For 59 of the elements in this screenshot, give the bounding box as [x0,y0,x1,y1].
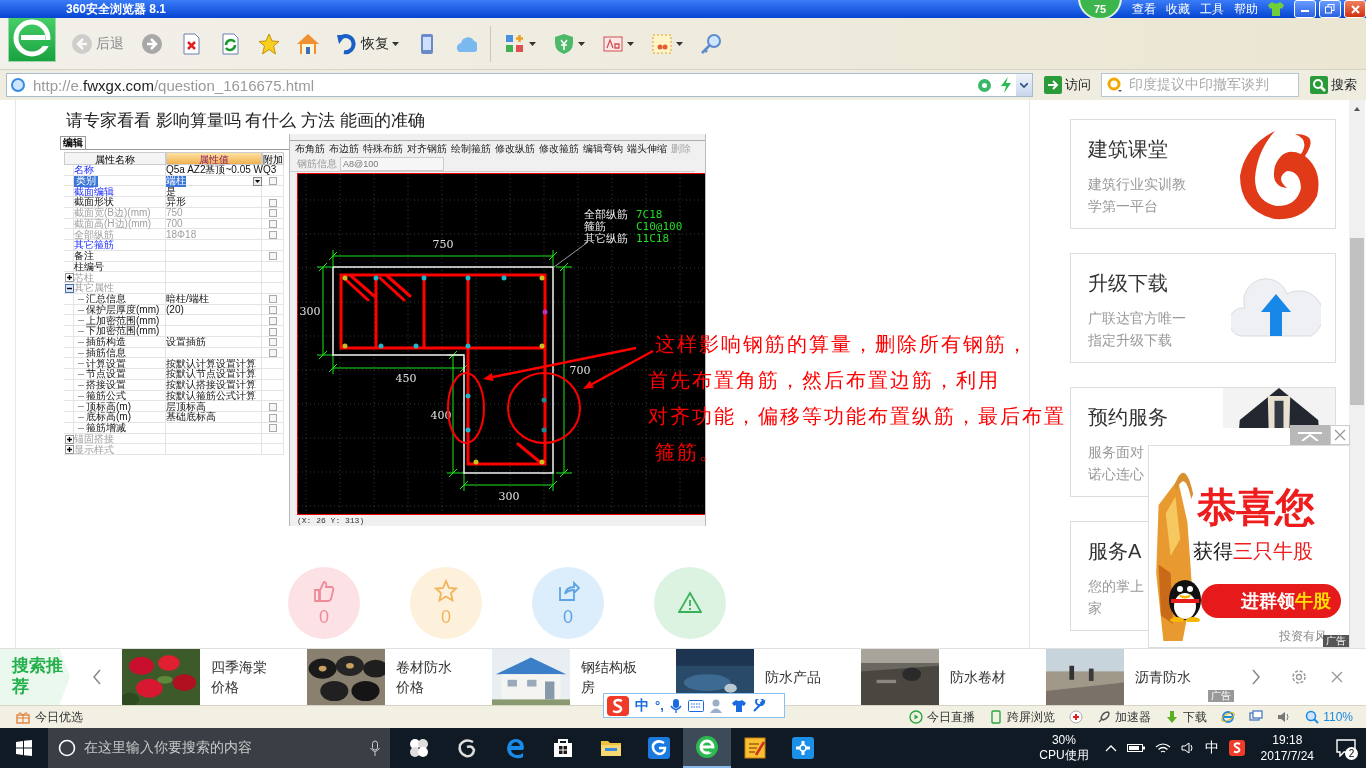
legend-value: C10@100 [636,220,683,233]
notification-count: 2 [1345,747,1358,760]
legend-label: 箍筋 [584,220,606,232]
date: 2017/7/24 [1260,748,1314,764]
window-title: 360安全浏览器 8.1 [66,1,168,18]
ad-title: 预约服务 [1088,405,1168,430]
cpu-label: CPU使用 [1039,748,1089,763]
ad-offer: 获得三只牛股 [1193,539,1313,564]
ad-description: 您的掌上 家 [1088,577,1144,618]
dimension-label: 750 [432,238,454,251]
legend-value: 7C18 [636,208,663,221]
property-value: 750 [166,208,183,219]
property-value: (20) [166,304,184,316]
property-value: 按默认搭接设置计算 [166,380,256,391]
property-value: 设置插筋 [166,337,206,348]
item-label: 卷材防水价格 [395,658,453,697]
property-value: 按默认节点设置计算 [166,369,256,380]
legend-label: 全部纵筋 [584,208,628,220]
property-value: 按默认计算设置计算 [166,358,256,370]
legend-value: 11C18 [636,232,670,245]
column-header: 属性名称 [64,152,166,165]
property-value: 18Φ18 [166,229,197,241]
property-value: 端柱 [166,175,186,187]
item-label: 钢结构板房 [580,658,638,697]
recommend-label: 搜索推荐 [0,649,70,705]
ad-title: 升级下载 [1088,271,1169,296]
property-value: 基础底标高 [166,412,216,423]
property-value: 异形 [166,197,186,208]
column-header: 附加 [262,152,284,165]
dimension-label: 700 [569,364,591,377]
coordinates: (X: 26 Y: 313) [296,515,366,527]
ad-description: 服务面对 诺心连心 [1088,443,1145,484]
item-label: 沥青防水 [1135,668,1192,687]
cpu-percent: 30% [1051,733,1076,748]
item-label: 防水产品 [765,668,823,687]
count: 0 [441,606,451,628]
ad-tag: 广告 [1208,690,1234,702]
field-label: 钢筋信息 [297,156,337,171]
dimension-label: 450 [395,372,417,385]
property-value: Q5a AZ2基顶~0.05 WQ3 [166,165,277,175]
count: 0 [319,606,329,628]
property-value: 暗柱/端柱 [166,294,209,305]
property-value: 700 [166,218,183,230]
item-label: 四季海棠价格 [211,658,268,697]
ad-title: 服务A [1088,539,1143,564]
ad-description: 广联达官方唯一 指定升级下载 [1088,309,1186,350]
property-value: 是 [166,186,176,198]
ad-title: 建筑课堂 [1088,137,1169,162]
ad-description: 建筑行业实训教 学第一平台 [1088,175,1186,216]
time: 19:18 [1272,732,1303,748]
question-title: 请专家看看 影响算量吗 有什么 方法 能画的准确 [66,110,425,132]
dimension-label: 300 [299,305,321,318]
dimension-label: 300 [498,490,520,503]
item-label: 防水卷材 [950,668,1008,687]
property-value: 层顶标高 [166,401,206,412]
count: 0 [563,606,573,628]
legend-label: 其它纵筋 [584,232,628,244]
column-header: 属性值 [166,152,262,165]
ad-tag: 广告 [1323,635,1349,647]
